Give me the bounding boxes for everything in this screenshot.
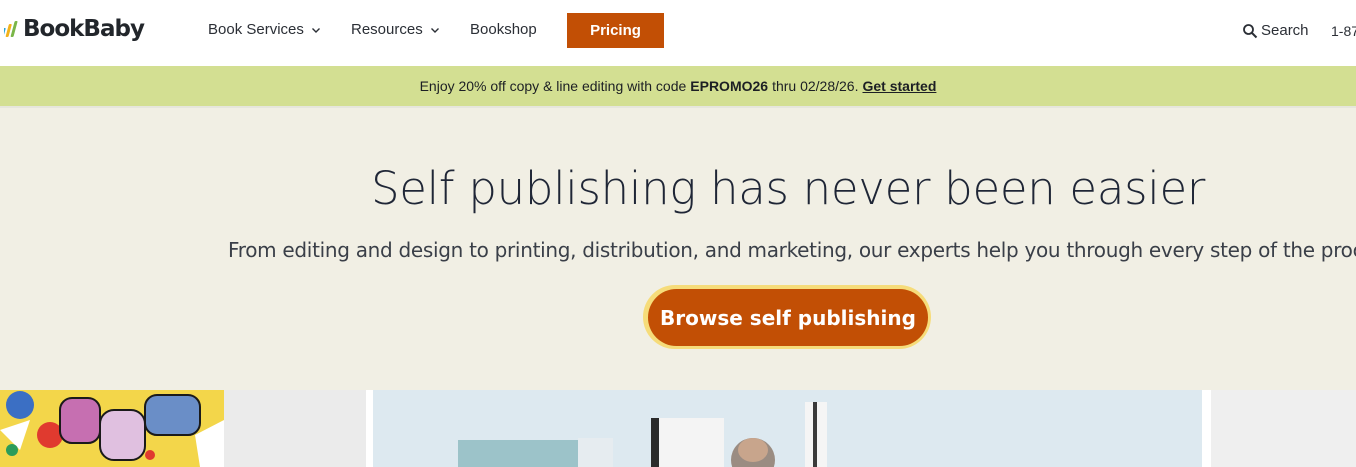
pricing-button[interactable]: Pricing <box>567 13 664 48</box>
nav-book-services-label: Book Services <box>208 21 304 38</box>
promo-code: EPROMO26 <box>690 78 769 94</box>
nav-bookshop[interactable]: Bookshop <box>470 21 537 38</box>
illustration-image <box>0 390 224 467</box>
bookbaby-logo-mark-icon <box>4 21 18 37</box>
promo-text: Enjoy 20% off copy & line editing with c… <box>419 78 687 94</box>
image-carousel <box>0 390 1356 467</box>
phone-number[interactable]: 1-87 <box>1331 23 1356 39</box>
backpack-illustration <box>0 390 224 467</box>
logo-text: BookBaby <box>23 16 145 42</box>
search-button[interactable]: Search <box>1242 22 1309 39</box>
carousel-image-placeholder <box>224 390 366 467</box>
logo[interactable]: BookBaby <box>4 16 145 42</box>
chevron-down-icon <box>311 27 320 33</box>
nav-bookshop-label: Bookshop <box>470 21 537 38</box>
site-header: BookBaby Book Services Resources Booksho… <box>0 0 1356 66</box>
nav-resources-label: Resources <box>351 21 423 38</box>
promo-get-started-link[interactable]: Get started <box>862 78 936 94</box>
carousel-image-placeholder <box>1211 390 1356 467</box>
hero-title: Self publishing has never been easier <box>370 162 1206 215</box>
nav-resources[interactable]: Resources <box>351 21 440 38</box>
promo-dates: thru 02/28/26. <box>772 78 859 94</box>
search-label: Search <box>1261 22 1309 39</box>
browse-self-publishing-button[interactable]: Browse self publishing <box>648 289 928 346</box>
nav-book-services[interactable]: Book Services <box>208 21 321 38</box>
chevron-down-icon <box>430 27 439 33</box>
author-photo <box>373 390 1202 467</box>
hero-subtitle: From editing and design to printing, dis… <box>228 238 1356 262</box>
promo-banner: Enjoy 20% off copy & line editing with c… <box>0 66 1356 108</box>
hero-section: Self publishing has never been easier Fr… <box>0 108 1356 390</box>
search-icon <box>1243 23 1258 38</box>
author-books-photo <box>373 390 1202 467</box>
